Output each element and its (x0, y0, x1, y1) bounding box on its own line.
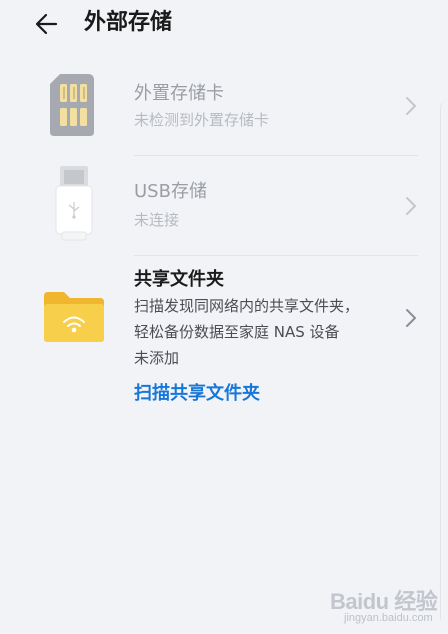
shared-folder-status: 未添加 (134, 349, 180, 367)
shared-folder-icon (42, 290, 106, 348)
arrow-left-icon (35, 13, 58, 35)
sd-card-title: 外置存储卡 (134, 83, 224, 104)
page-title: 外部存储 (84, 10, 173, 35)
usb-subtitle: 未连接 (134, 211, 180, 229)
usb-title: USB存储 (134, 181, 207, 202)
back-button[interactable] (32, 8, 64, 40)
header: 外部存储 (0, 0, 448, 48)
list-item-usb[interactable]: USB存储 未连接 (0, 164, 448, 248)
chevron-right-icon (404, 308, 418, 328)
scroll-edge (440, 100, 448, 620)
usb-drive-icon (52, 164, 96, 248)
watermark-url: jingyan.baidu.com (344, 612, 433, 624)
divider (134, 255, 418, 256)
sd-card-subtitle: 未检测到外置存储卡 (134, 111, 270, 129)
list-item-shared-folder[interactable]: 共享文件夹 扫描发现同网络内的共享文件夹， 轻松备份数据至家庭 NAS 设备 未… (0, 264, 448, 374)
baidu-watermark: Baidu 经验 jingyan.baidu.com (330, 576, 442, 630)
chevron-right-icon (404, 196, 418, 216)
scan-shared-folder-link[interactable]: 扫描共享文件夹 (134, 382, 260, 406)
divider (134, 155, 418, 156)
chevron-right-icon (404, 96, 418, 116)
shared-folder-description-1: 扫描发现同网络内的共享文件夹， (134, 297, 360, 315)
shared-folder-description-2: 轻松备份数据至家庭 NAS 设备 (134, 323, 340, 341)
list-item-sd-card[interactable]: 外置存储卡 未检测到外置存储卡 (0, 68, 448, 152)
shared-folder-title: 共享文件夹 (134, 269, 224, 290)
sd-card-icon (48, 72, 98, 142)
